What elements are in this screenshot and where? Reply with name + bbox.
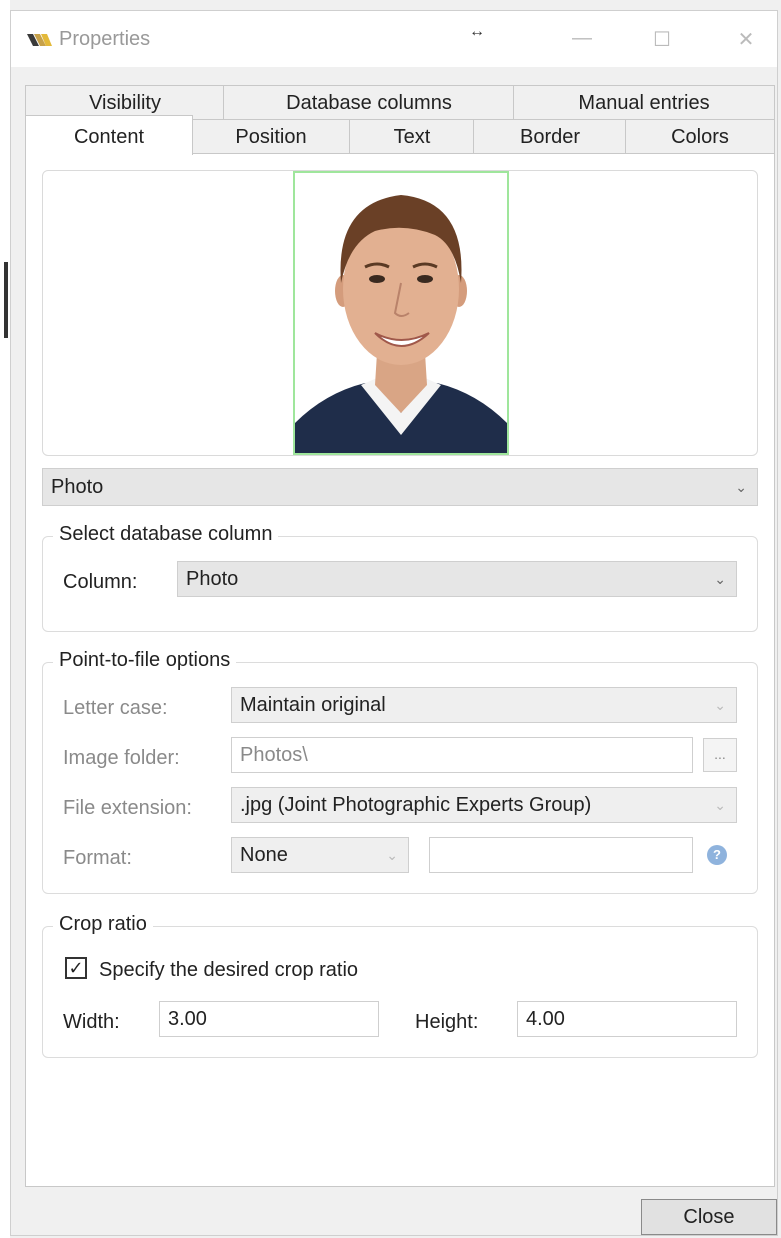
- close-button[interactable]: Close: [641, 1199, 777, 1235]
- file-extension-value: .jpg (Joint Photographic Experts Group): [240, 794, 592, 816]
- width-input[interactable]: 3.00: [159, 1001, 379, 1037]
- width-label: Width:: [63, 1011, 120, 1033]
- tab-content[interactable]: Content: [25, 115, 193, 155]
- file-extension-label: File extension:: [63, 797, 192, 819]
- browse-folder-button[interactable]: ...: [703, 738, 737, 772]
- tab-text[interactable]: Text: [349, 119, 475, 153]
- width-value: 3.00: [168, 1008, 207, 1030]
- format-value: None: [240, 844, 288, 866]
- height-input[interactable]: 4.00: [517, 1001, 737, 1037]
- format-dropdown[interactable]: None ⌄: [231, 837, 409, 873]
- field-select-dropdown[interactable]: Photo ⌄: [42, 468, 758, 506]
- close-window-button[interactable]: ✕: [731, 27, 761, 52]
- image-folder-value: Photos\: [240, 744, 308, 766]
- image-folder-input[interactable]: Photos\: [231, 737, 693, 773]
- chevron-down-icon: ⌄: [714, 571, 726, 587]
- image-folder-label: Image folder:: [63, 747, 180, 769]
- tab-position[interactable]: Position: [191, 119, 351, 153]
- background-strip: [0, 0, 10, 1238]
- minimize-button[interactable]: —: [567, 27, 597, 50]
- tab-row-back: Visibility Database columns Manual entri…: [25, 85, 775, 119]
- tab-visibility[interactable]: Visibility: [25, 85, 225, 119]
- maximize-button[interactable]: ☐: [647, 27, 677, 52]
- crop-ratio-checkbox-label: Specify the desired crop ratio: [99, 959, 359, 981]
- help-icon[interactable]: ?: [707, 845, 727, 865]
- letter-case-dropdown[interactable]: Maintain original ⌄: [231, 687, 737, 723]
- column-dropdown[interactable]: Photo ⌄: [177, 561, 737, 597]
- chevron-down-icon: ⌄: [714, 797, 726, 813]
- field-select-value: Photo: [51, 476, 104, 498]
- group-crop-ratio: Crop ratio ✓ Specify the desired crop ra…: [42, 913, 758, 1058]
- format-text-input[interactable]: [429, 837, 693, 873]
- crop-ratio-checkbox[interactable]: ✓: [65, 957, 87, 979]
- column-value: Photo: [186, 568, 239, 590]
- app-logo-icon: [27, 34, 52, 46]
- window-title: Properties: [59, 28, 151, 50]
- portrait-photo: [295, 173, 507, 453]
- chevron-down-icon: ⌄: [386, 847, 398, 863]
- properties-window: Properties ↔ — ☐ ✕ Visibility Database c…: [10, 10, 778, 1236]
- tab-border[interactable]: Border: [473, 119, 627, 153]
- tab-colors[interactable]: Colors: [625, 119, 775, 153]
- group-title-crop-ratio: Crop ratio: [53, 913, 153, 936]
- chevron-down-icon: ⌄: [714, 697, 726, 713]
- chevron-down-icon: ⌄: [735, 479, 747, 495]
- resize-icon: ↔: [469, 23, 485, 40]
- scrollbar-fragment: [4, 262, 8, 338]
- tab-database-columns[interactable]: Database columns: [223, 85, 515, 119]
- letter-case-value: Maintain original: [240, 694, 386, 716]
- column-label: Column:: [63, 571, 138, 593]
- photo-image[interactable]: [293, 171, 509, 455]
- content-panel: Photo ⌄ Select database column Column: P…: [25, 153, 775, 1187]
- title-bar: Properties ↔ — ☐ ✕: [11, 11, 777, 67]
- format-label: Format:: [63, 847, 132, 869]
- group-point-to-file: Point-to-file options Letter case: Maint…: [42, 649, 758, 894]
- group-title-database-column: Select database column: [53, 523, 279, 546]
- tab-manual-entries[interactable]: Manual entries: [513, 85, 775, 119]
- height-value: 4.00: [526, 1008, 565, 1030]
- tab-row-front: Content Position Text Border Colors: [25, 115, 775, 155]
- letter-case-label: Letter case:: [63, 697, 168, 719]
- image-preview: [42, 170, 758, 456]
- group-database-column: Select database column Column: Photo ⌄: [42, 523, 758, 632]
- height-label: Height:: [415, 1011, 479, 1033]
- file-extension-dropdown[interactable]: .jpg (Joint Photographic Experts Group) …: [231, 787, 737, 823]
- group-title-point-to-file: Point-to-file options: [53, 649, 237, 672]
